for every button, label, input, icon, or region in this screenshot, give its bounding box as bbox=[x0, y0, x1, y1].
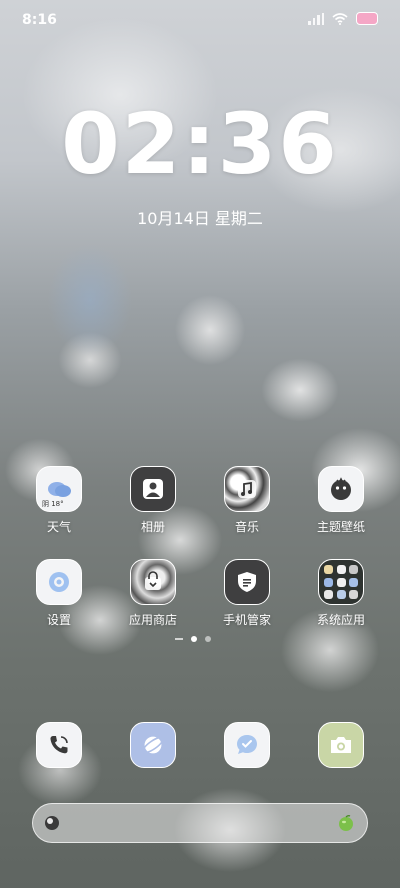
page-indicator[interactable] bbox=[175, 636, 211, 642]
status-time: 8:16 bbox=[22, 12, 57, 28]
status-icons bbox=[308, 12, 378, 25]
weather-icon: 阴 18° bbox=[36, 466, 82, 512]
page-dot bbox=[205, 636, 211, 642]
gallery-icon bbox=[130, 466, 176, 512]
status-bar: 8:16 bbox=[0, 0, 400, 40]
app-settings[interactable]: 设置 bbox=[19, 559, 99, 628]
app-gallery[interactable]: 相册 bbox=[113, 466, 193, 535]
battery-icon bbox=[356, 12, 378, 25]
page-dot-active bbox=[191, 636, 197, 642]
music-icon bbox=[224, 466, 270, 512]
themes-icon bbox=[318, 466, 364, 512]
clock-widget[interactable]: 02:36 bbox=[0, 102, 400, 186]
page-indicator-bar bbox=[175, 638, 183, 640]
security-icon bbox=[224, 559, 270, 605]
app-label-settings: 设置 bbox=[46, 613, 71, 627]
dock-browser[interactable] bbox=[113, 722, 193, 768]
assistant-icon[interactable] bbox=[337, 814, 355, 832]
search-bar[interactable] bbox=[32, 803, 368, 843]
app-themes[interactable]: 主题壁纸 bbox=[301, 466, 381, 535]
app-label-security: 手机管家 bbox=[222, 613, 271, 627]
system-apps-folder-icon bbox=[318, 559, 364, 605]
signal-icon bbox=[308, 12, 324, 25]
settings-icon bbox=[36, 559, 82, 605]
dock-camera[interactable] bbox=[301, 722, 381, 768]
dock-messages[interactable] bbox=[207, 722, 287, 768]
app-folder-system[interactable]: 系统应用 bbox=[301, 559, 381, 628]
date-text: 10月14日 星期二 bbox=[137, 209, 263, 228]
app-label-themes: 主题壁纸 bbox=[316, 520, 365, 534]
wifi-icon bbox=[332, 12, 348, 25]
app-store-icon bbox=[130, 559, 176, 605]
weather-badge: 阴 18° bbox=[42, 500, 64, 508]
camera-icon bbox=[318, 722, 364, 768]
browser-icon bbox=[130, 722, 176, 768]
app-label-gallery: 相册 bbox=[140, 520, 165, 534]
app-label-music: 音乐 bbox=[234, 520, 259, 534]
app-weather[interactable]: 阴 18° 天气 bbox=[19, 466, 99, 535]
app-security[interactable]: 手机管家 bbox=[207, 559, 287, 628]
app-store[interactable]: 应用商店 bbox=[113, 559, 193, 628]
app-label-system: 系统应用 bbox=[316, 613, 365, 627]
app-music[interactable]: 音乐 bbox=[207, 466, 287, 535]
app-label-weather: 天气 bbox=[46, 520, 71, 534]
messages-icon bbox=[224, 722, 270, 768]
dock-phone[interactable] bbox=[19, 722, 99, 768]
phone-icon bbox=[36, 722, 82, 768]
search-logo-icon bbox=[45, 816, 59, 830]
app-label-store: 应用商店 bbox=[128, 613, 177, 627]
